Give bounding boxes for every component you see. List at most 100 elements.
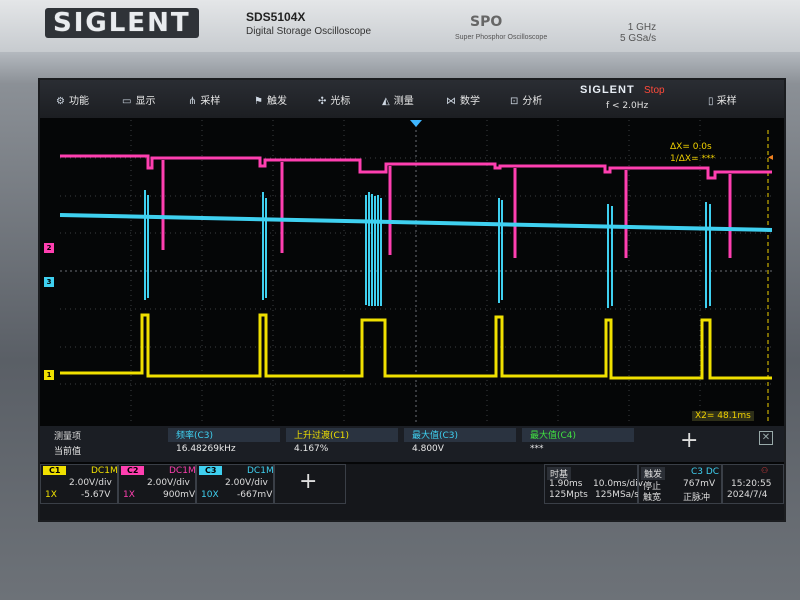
channel-1-scale: 2.00V/div	[69, 478, 112, 488]
model-label: SDS5104X	[246, 10, 306, 24]
measure-value-label: 当前值	[54, 447, 82, 457]
measure-item-4-header[interactable]: 最大值(C4)	[522, 428, 634, 442]
channel-2-coupling: DC1M	[169, 466, 196, 476]
menu-function-label: 功能	[68, 96, 89, 107]
cursor-icon: ✣	[318, 96, 327, 107]
trigger-info[interactable]: 触发 C3 DC 停止 767mV 触宽 正脉冲	[638, 464, 722, 504]
menu-acquire[interactable]: ⋔ 采样	[188, 92, 220, 107]
model-description: Digital Storage Oscilloscope	[246, 26, 372, 37]
display-icon: ▭	[122, 96, 132, 107]
add-channel-button[interactable]: +	[274, 464, 346, 504]
analysis-icon: ⊡	[510, 96, 519, 107]
bottom-status-bar: C1 DC1M 2.00V/div 1X -5.67V C2 DC1M 2.00…	[40, 464, 784, 520]
measure-item-1-value: 16.48269kHz	[176, 444, 236, 454]
cursor-delta-x: ΔX= 0.0s	[670, 142, 712, 152]
device-top-strip: SIGLENT SDS5104X Digital Storage Oscillo…	[0, 0, 800, 52]
timebase-delay: 1.90ms	[549, 479, 583, 489]
network-icon: ⚇	[761, 466, 769, 475]
channel-2-marker[interactable]: 2	[44, 243, 54, 253]
run-status[interactable]: Stop	[644, 85, 665, 96]
trigger-edge: 正脉冲	[683, 493, 711, 503]
channel-1-probe: 1X	[45, 490, 57, 500]
channel-3-probe: 10X	[201, 490, 219, 500]
siglent-logo: SIGLENT	[580, 84, 635, 96]
clock-date: 2024/7/4	[727, 490, 768, 500]
menu-math[interactable]: ⋈ 数学	[446, 92, 480, 107]
channel-2-label: C2	[121, 466, 145, 475]
menu-analysis-label: 分析	[522, 96, 543, 107]
menu-display-label: 显示	[135, 96, 156, 107]
measure-item-4-name: 最大值(C4)	[530, 431, 577, 441]
waveform-area[interactable]	[60, 120, 772, 422]
timebase-memory: 125Mpts	[549, 490, 588, 500]
spo-description: Super Phosphor Oscilloscope	[455, 34, 548, 41]
timebase-rate: 125MSa/s	[595, 490, 639, 500]
trigger-icon: ⚑	[254, 96, 263, 107]
measure-item-2-header[interactable]: 上升过渡(C1)	[286, 428, 398, 442]
clock-info: ⚇ 15:20:55 2024/7/4	[722, 464, 784, 504]
measure-item-2-name: 上升过渡(C1)	[294, 431, 350, 441]
channel-3-marker[interactable]: 3	[44, 277, 54, 287]
menu-trigger-label: 触发	[266, 96, 287, 107]
measure-header-label: 测量项	[54, 432, 82, 442]
brand-logo: SIGLENT	[45, 8, 199, 38]
sample-rate-label: 5 GSa/s	[620, 33, 657, 44]
channel-3-coupling: DC1M	[247, 466, 274, 476]
cursor-inverse-delta-x: 1/ΔX= ***	[670, 154, 715, 164]
menu-bar: ⚙ 功能 ▭ 显示 ⋔ 采样 ⚑ 触发 ✣ 光标 ◭ 测量 ⋈ 数学 ⊡ 分析 SIGLENT …	[40, 80, 784, 118]
trigger-source: C3 DC	[691, 467, 720, 477]
trigger-level: 767mV	[683, 479, 716, 489]
memory-icon: ▯	[708, 96, 717, 107]
channel-2-scale: 2.00V/div	[147, 478, 190, 488]
menu-cursor[interactable]: ✣ 光标	[318, 92, 350, 107]
menu-cursor-label: 光标	[330, 96, 351, 107]
timebase-info[interactable]: 时基 1.90ms 10.0ms/div 125Mpts 125MSa/s	[544, 464, 643, 504]
math-icon: ⋈	[446, 96, 456, 107]
timebase-scale: 10.0ms/div	[593, 479, 644, 489]
channel-3-label: C3	[199, 466, 223, 475]
spo-logo: SPO	[470, 14, 503, 30]
measure-item-4-value: ***	[530, 444, 544, 454]
gear-icon: ⚙	[56, 96, 65, 107]
channel-1-marker[interactable]: 1	[44, 370, 54, 380]
scope-screen: ⚙ 功能 ▭ 显示 ⋔ 采样 ⚑ 触发 ✣ 光标 ◭ 测量 ⋈ 数学 ⊡ 分析 SIGLENT …	[38, 78, 786, 522]
measure-item-1-header[interactable]: 频率(C3)	[168, 428, 280, 442]
clock-time: 15:20:55	[731, 479, 772, 489]
measure-icon: ◭	[382, 96, 390, 107]
channel-2-info[interactable]: C2 DC1M 2.00V/div 1X 900mV	[118, 464, 196, 504]
plus-icon: +	[299, 469, 318, 494]
trigger-frequency: f < 2.0Hz	[606, 101, 649, 111]
channel-1-info[interactable]: C1 DC1M 2.00V/div 1X -5.67V	[40, 464, 118, 504]
trigger-level-marker[interactable]: ◂	[768, 152, 773, 163]
measure-item-3-name: 最大值(C3)	[412, 431, 459, 441]
menu-measure[interactable]: ◭ 测量	[382, 92, 414, 107]
close-measurement-button[interactable]: ✕	[759, 431, 773, 445]
add-measurement-button[interactable]: +	[680, 428, 698, 453]
channel-1-coupling: DC1M	[91, 466, 118, 476]
acquire-icon: ⋔	[188, 96, 197, 107]
measure-item-1-name: 频率(C3)	[176, 431, 214, 441]
menu-trigger[interactable]: ⚑ 触发	[254, 92, 287, 107]
cursor-x2-readout: X2= 48.1ms	[692, 411, 754, 421]
menu-acquire-right[interactable]: ▯ 采样	[708, 92, 737, 107]
menu-acquire-right-label: 采样	[716, 96, 737, 107]
channel-2-probe: 1X	[123, 490, 135, 500]
menu-display[interactable]: ▭ 显示	[122, 92, 155, 107]
channel-3-info[interactable]: C3 DC1M 2.00V/div 10X -667mV	[196, 464, 274, 504]
trigger-type: 触宽	[643, 493, 662, 503]
menu-acquire-label: 采样	[200, 96, 221, 107]
bandwidth-label: 1 GHz	[627, 22, 657, 33]
channel-1-label: C1	[43, 466, 67, 475]
measure-item-3-header[interactable]: 最大值(C3)	[404, 428, 516, 442]
menu-function[interactable]: ⚙ 功能	[56, 92, 89, 107]
device-specs: 1 GHz 5 GSa/s	[620, 22, 656, 44]
menu-analysis[interactable]: ⊡ 分析	[510, 92, 542, 107]
measurement-panel: 测量项 当前值 频率(C3) 16.48269kHz 上升过渡(C1) 4.16…	[40, 426, 784, 462]
channel-3-offset: -667mV	[237, 490, 273, 500]
menu-math-label: 数学	[460, 96, 480, 107]
channel-2-offset: 900mV	[163, 490, 196, 500]
measure-item-3-value: 4.800V	[412, 444, 444, 454]
menu-measure-label: 测量	[393, 96, 414, 107]
measure-item-2-value: 4.167%	[294, 444, 329, 454]
channel-1-offset: -5.67V	[81, 490, 111, 500]
